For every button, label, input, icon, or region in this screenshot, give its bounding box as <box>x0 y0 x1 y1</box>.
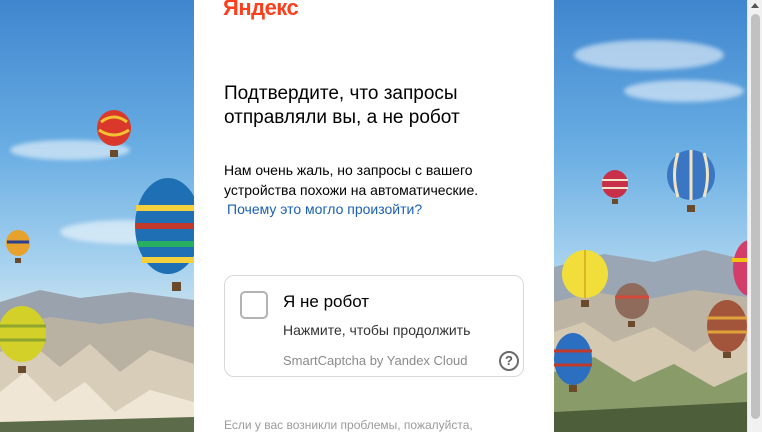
page-scrollbar[interactable] <box>747 0 762 432</box>
balloon-icon <box>6 230 30 263</box>
balloon-icon <box>135 178 194 291</box>
yandex-logo[interactable]: Яндекс <box>223 0 299 21</box>
question-circle-icon[interactable]: ? <box>499 351 519 371</box>
balloon-icon <box>0 306 46 373</box>
balloon-icon <box>732 240 747 296</box>
background-left <box>0 0 194 432</box>
scroll-up-arrow-icon[interactable] <box>751 3 759 8</box>
background-right <box>554 0 747 432</box>
checkbox-label[interactable]: Я не робот <box>283 292 369 312</box>
smart-captcha-widget[interactable]: Я не робот Нажмите, чтобы продолжить Sma… <box>224 275 524 377</box>
balloon-icon <box>602 170 628 204</box>
balloon-icon <box>667 150 715 212</box>
page-description: Нам очень жаль, но запросы с вашего устр… <box>224 162 479 198</box>
captcha-card: Яндекс Подтвердите, что запросы отправля… <box>194 0 554 432</box>
captcha-subtitle: Нажмите, чтобы продолжить <box>283 322 471 338</box>
footer-text: Если у вас возникли проблемы, пожалуйста… <box>224 418 473 432</box>
page-title: Подтвердите, что запросы отправляли вы, … <box>224 83 460 128</box>
captcha-provider: SmartCaptcha by Yandex Cloud <box>283 353 468 368</box>
balloon-icon <box>554 333 592 392</box>
balloon-icon <box>97 110 131 157</box>
balloon-icon <box>615 283 649 327</box>
scroll-thumb[interactable] <box>751 14 760 419</box>
why-link[interactable]: Почему это могло произойти? <box>227 199 422 219</box>
balloon-icon <box>562 250 608 307</box>
balloon-icon <box>707 300 747 358</box>
not-robot-checkbox[interactable] <box>240 291 268 319</box>
